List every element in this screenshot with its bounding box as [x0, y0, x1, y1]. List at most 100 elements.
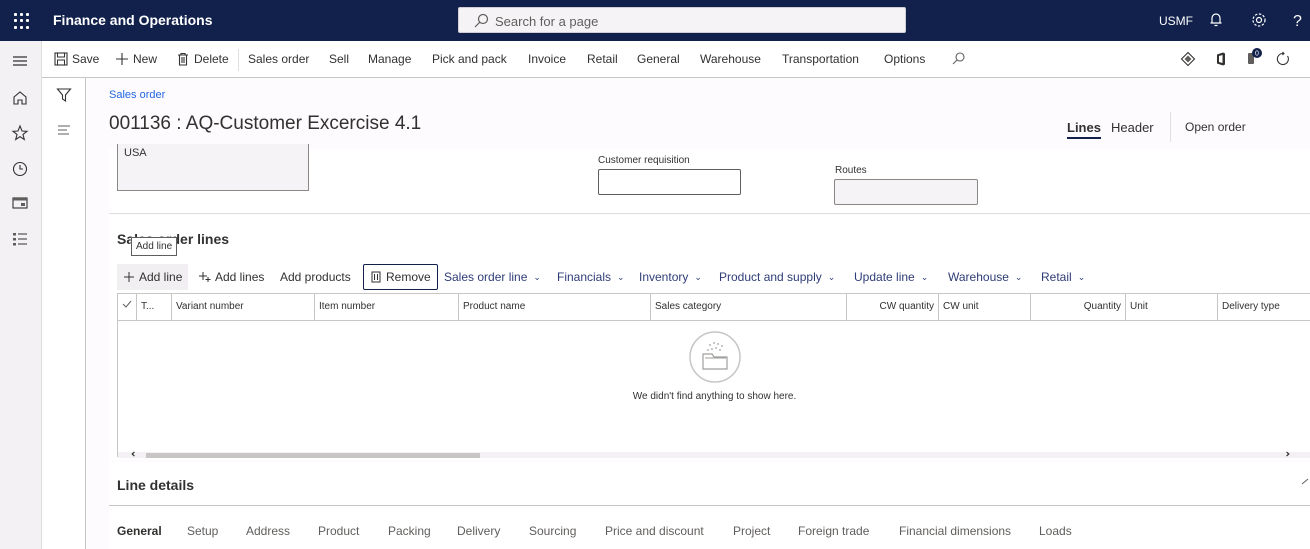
chevron-down-icon: ⌄: [827, 271, 836, 282]
routes-field[interactable]: [834, 179, 978, 205]
tab-lines[interactable]: Lines: [1067, 120, 1101, 139]
workspaces-icon[interactable]: [11, 194, 29, 212]
detail-tab-financial-dimensions[interactable]: Financial dimensions: [899, 524, 1011, 538]
column-header-delivery-type[interactable]: Delivery type: [1218, 294, 1310, 321]
hamburger-menu-icon[interactable]: [11, 52, 29, 70]
inventory-menu[interactable]: Inventory ⌄: [639, 264, 702, 290]
breadcrumb[interactable]: Sales order: [109, 89, 165, 101]
new-button[interactable]: New: [115, 52, 157, 66]
column-header-sales-category[interactable]: Sales category: [651, 294, 847, 321]
gear-icon[interactable]: [1250, 11, 1268, 29]
filter-icon[interactable]: [56, 87, 72, 103]
column-header-variant-number[interactable]: Variant number: [172, 294, 315, 321]
menu-label: Product and supply: [719, 270, 822, 284]
tab-header[interactable]: Header: [1111, 120, 1154, 135]
empty-message: We didn't find anything to show here.: [632, 391, 797, 402]
new-label: New: [133, 52, 158, 66]
add-lines-button[interactable]: Add lines: [199, 264, 264, 290]
tab-manage[interactable]: Manage: [368, 52, 411, 66]
office-icon[interactable]: [1213, 51, 1229, 67]
detail-tab-price-and-discount[interactable]: Price and discount: [605, 524, 704, 538]
financials-menu[interactable]: Financials ⌄: [557, 264, 625, 290]
detail-tab-project[interactable]: Project: [733, 524, 770, 538]
column-header-type[interactable]: T...: [137, 294, 172, 321]
modules-list-icon[interactable]: [11, 230, 29, 248]
select-all-checkbox[interactable]: [118, 294, 137, 321]
chevron-down-icon: ⌄: [617, 271, 625, 282]
favorites-star-icon[interactable]: [11, 124, 29, 142]
column-header-product-name[interactable]: Product name: [459, 294, 651, 321]
customer-requisition-field[interactable]: [598, 169, 741, 195]
column-header-cw-quantity[interactable]: CW quantity: [847, 294, 939, 321]
svg-text:0: 0: [1255, 51, 1259, 58]
left-navigation: [0, 41, 42, 549]
column-header-cw-unit[interactable]: CW unit: [939, 294, 1031, 321]
column-header-quantity[interactable]: Quantity: [1031, 294, 1126, 321]
add-multiple-icon: [199, 272, 211, 282]
bell-icon[interactable]: [1207, 11, 1225, 29]
tab-retail[interactable]: Retail: [587, 52, 618, 66]
warehouse-menu[interactable]: Warehouse ⌄: [948, 264, 1022, 290]
home-icon[interactable]: [11, 89, 29, 107]
tab-general[interactable]: General: [637, 52, 680, 66]
remove-button[interactable]: Remove: [363, 264, 438, 290]
notifications-badge-icon[interactable]: 0: [1245, 47, 1265, 67]
detail-tab-loads[interactable]: Loads: [1039, 524, 1072, 538]
search-input[interactable]: Search for a page: [458, 7, 906, 33]
add-products-button[interactable]: Add products: [280, 264, 351, 290]
tab-transportation[interactable]: Transportation: [782, 52, 859, 66]
tab-sell[interactable]: Sell: [329, 52, 349, 66]
customer-requisition-label: Customer requisition: [598, 155, 690, 166]
action-search-icon[interactable]: [950, 51, 966, 67]
update-line-menu[interactable]: Update line ⌄: [854, 264, 928, 290]
chevron-down-icon: ⌄: [533, 271, 541, 282]
collapse-chevron-icon[interactable]: [1300, 477, 1310, 487]
app-launcher-icon[interactable]: [12, 11, 32, 31]
tab-invoice[interactable]: Invoice: [528, 52, 566, 66]
trash-icon: [371, 271, 381, 283]
column-header-unit[interactable]: Unit: [1126, 294, 1218, 321]
action-pane: Save New Delete Sales order Sell Manage …: [42, 41, 1310, 78]
refresh-icon[interactable]: [1275, 51, 1291, 67]
filter-pane: [43, 78, 86, 549]
tab-warehouse[interactable]: Warehouse: [700, 52, 761, 66]
order-status: Open order: [1185, 120, 1246, 134]
detail-tab-general[interactable]: General: [117, 524, 162, 538]
recent-clock-icon[interactable]: [11, 160, 29, 178]
save-button[interactable]: Save: [54, 52, 99, 66]
column-header-item-number[interactable]: Item number: [315, 294, 459, 321]
detail-tab-product[interactable]: Product: [318, 524, 359, 538]
list-view-icon[interactable]: [56, 122, 72, 138]
delete-button[interactable]: Delete: [176, 52, 229, 66]
line-details-title[interactable]: Line details: [117, 477, 194, 493]
plus-icon: [116, 53, 128, 65]
add-line-button[interactable]: Add line: [117, 264, 189, 290]
tab-sales-order[interactable]: Sales order: [248, 52, 309, 66]
add-line-label: Add line: [139, 270, 183, 284]
company-selector[interactable]: USMF: [1159, 14, 1193, 28]
tab-options[interactable]: Options: [884, 52, 925, 66]
toolbar-divider: [238, 49, 239, 71]
chevron-down-icon: ⌄: [1014, 271, 1023, 282]
menu-label: Financials: [557, 270, 612, 284]
retail-menu[interactable]: Retail ⌄: [1041, 264, 1085, 290]
sales-lines-grid: T... Variant number Item number Product …: [117, 293, 1310, 458]
address-field[interactable]: USA: [117, 144, 309, 191]
tab-pick-and-pack[interactable]: Pick and pack: [432, 52, 507, 66]
detail-tab-foreign-trade[interactable]: Foreign trade: [798, 524, 869, 538]
sales-order-line-menu[interactable]: Sales order line ⌄: [444, 264, 541, 290]
power-apps-icon[interactable]: [1180, 51, 1196, 67]
detail-tab-address[interactable]: Address: [246, 524, 290, 538]
empty-folder-icon: [688, 331, 741, 383]
detail-tab-sourcing[interactable]: Sourcing: [529, 524, 576, 538]
menu-label: Inventory: [639, 270, 689, 284]
detail-tab-delivery[interactable]: Delivery: [457, 524, 500, 538]
help-icon[interactable]: ?: [1290, 11, 1308, 29]
detail-tab-setup[interactable]: Setup: [187, 524, 218, 538]
menu-label: Update line: [854, 270, 915, 284]
detail-tab-packing[interactable]: Packing: [388, 524, 431, 538]
product-and-supply-menu[interactable]: Product and supply ⌄: [719, 264, 835, 290]
delete-label: Delete: [194, 52, 229, 66]
horizontal-scrollbar[interactable]: [118, 452, 1310, 458]
scrollbar-thumb[interactable]: [146, 453, 480, 458]
